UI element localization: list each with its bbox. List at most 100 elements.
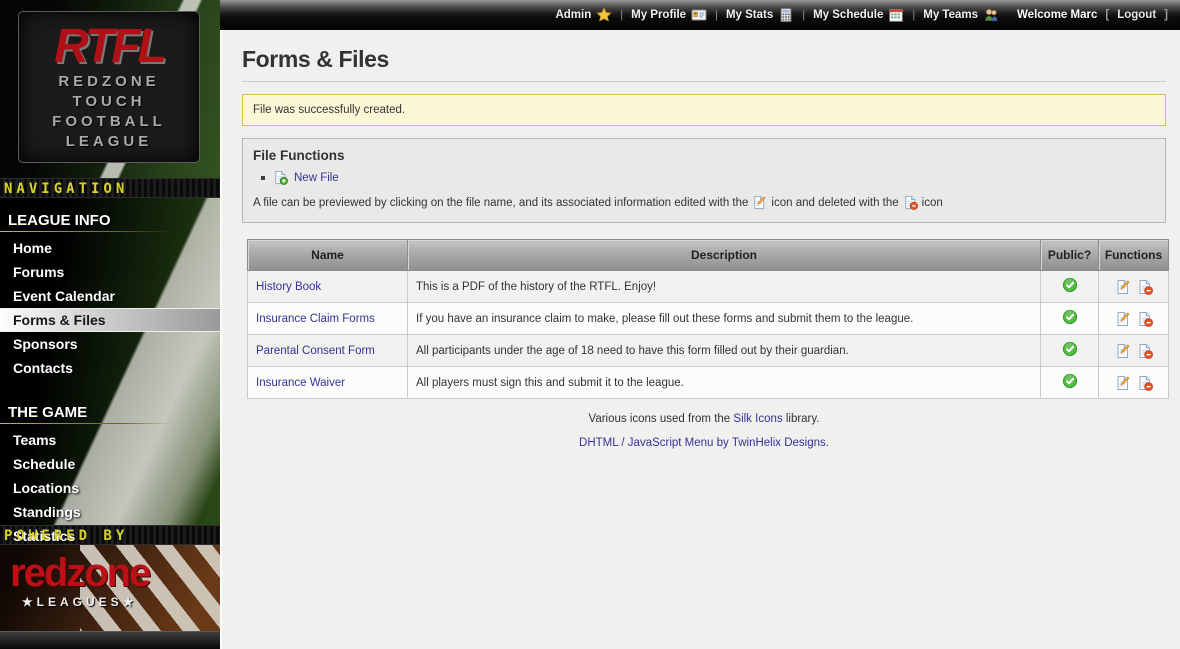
redzone-logo-sub: ★LEAGUES★ <box>10 595 149 609</box>
sidebar-item-teams[interactable]: Teams <box>0 428 220 452</box>
public-check-icon <box>1062 373 1078 389</box>
topbar-item-my-schedule[interactable]: My Schedule <box>813 7 904 23</box>
sidebar-item-locations[interactable]: Locations <box>0 476 220 500</box>
sidebar-item-standings[interactable]: Standings <box>0 500 220 524</box>
file-functions-help: A file can be previewed by clicking on t… <box>253 195 1155 210</box>
table-row: Insurance Claim Forms If you have an ins… <box>248 303 1169 335</box>
file-description-cell: All players must sign this and submit it… <box>408 367 1041 399</box>
edit-file-icon[interactable] <box>1115 375 1131 391</box>
help-text: icon <box>922 197 943 209</box>
file-public-cell <box>1041 335 1099 367</box>
redzone-leagues-logo[interactable]: redzone ★LEAGUES★ <box>10 553 149 609</box>
file-name-link[interactable]: Insurance Waiver <box>256 377 345 389</box>
sidebar-item-contacts[interactable]: Contacts <box>0 356 220 380</box>
navigation-banner: NAVIGATION <box>0 178 220 198</box>
table-row: Parental Consent Form All participants u… <box>248 335 1169 367</box>
logout-bracket: [ <box>1105 9 1109 21</box>
dhtml-menu-link[interactable]: DHTML / JavaScript Menu <box>579 437 713 449</box>
sidebar-item-home[interactable]: Home <box>0 236 220 260</box>
topbar-separator: | <box>715 9 718 21</box>
help-text: icon and deleted with the <box>771 197 898 209</box>
public-check-icon <box>1062 277 1078 293</box>
sidebar: RTFL REDZONE TOUCH FOOTBALL LEAGUE NAVIG… <box>0 0 220 649</box>
edit-file-icon[interactable] <box>1115 311 1131 327</box>
group-icon <box>983 7 999 23</box>
topbar-separator: | <box>912 9 915 21</box>
column-header-functions: Functions <box>1099 240 1169 271</box>
file-name-link[interactable]: Parental Consent Form <box>256 345 375 357</box>
topbar-item-admin[interactable]: Admin <box>555 7 612 23</box>
file-functions-title: File Functions <box>253 148 1155 163</box>
file-name-cell: Parental Consent Form <box>248 335 408 367</box>
page-edit-icon <box>752 195 767 210</box>
sidebar-item-schedule[interactable]: Schedule <box>0 452 220 476</box>
calendar-icon <box>888 7 904 23</box>
delete-file-icon[interactable] <box>1137 311 1153 327</box>
topbar-item-my-teams[interactable]: My Teams <box>923 7 999 23</box>
league-logo-line: LEAGUE <box>19 132 199 152</box>
topbar: Admin | My Profile | My Stats | My Sched… <box>220 0 1180 30</box>
topbar-item-my-profile[interactable]: My Profile <box>631 7 707 23</box>
edit-file-icon[interactable] <box>1115 279 1131 295</box>
file-description-cell: All participants under the age of 18 nee… <box>408 335 1041 367</box>
table-row: History Book This is a PDF of the histor… <box>248 271 1169 303</box>
delete-file-icon[interactable] <box>1137 343 1153 359</box>
file-functions-cell <box>1099 367 1169 399</box>
calculator-icon <box>778 7 794 23</box>
sidebar-nav: LEAGUE INFO Home Forums Event Calendar F… <box>0 198 220 525</box>
nav-section-league-info: LEAGUE INFO <box>0 204 220 232</box>
file-functions-cell <box>1099 335 1169 367</box>
delete-file-icon[interactable] <box>1137 279 1153 295</box>
topbar-item-my-stats[interactable]: My Stats <box>726 7 794 23</box>
sidebar-item-forums[interactable]: Forums <box>0 260 220 284</box>
column-header-public: Public? <box>1041 240 1099 271</box>
league-logo-line: TOUCH <box>19 92 199 112</box>
sidebar-header: RTFL REDZONE TOUCH FOOTBALL LEAGUE <box>0 0 220 178</box>
league-logo[interactable]: RTFL REDZONE TOUCH FOOTBALL LEAGUE <box>18 11 200 163</box>
files-table: Name Description Public? Functions Histo… <box>247 239 1169 399</box>
page-add-icon[interactable] <box>273 170 288 185</box>
file-name-link[interactable]: Insurance Claim Forms <box>256 313 375 325</box>
league-logo-acronym: RTFL <box>19 22 199 72</box>
file-name-cell: History Book <box>248 271 408 303</box>
vcard-icon <box>691 7 707 23</box>
file-name-cell: Insurance Waiver <box>248 367 408 399</box>
menu-credit-line: DHTML / JavaScript Menu by TwinHelix Des… <box>242 437 1166 449</box>
main-area: Admin | My Profile | My Stats | My Sched… <box>220 0 1180 649</box>
column-header-description: Description <box>408 240 1041 271</box>
flash-message: File was successfully created. <box>242 94 1166 126</box>
file-functions-cell <box>1099 303 1169 335</box>
file-functions-panel: File Functions New File A file can be pr… <box>242 138 1166 223</box>
new-file-row: New File <box>261 170 1155 185</box>
delete-file-icon[interactable] <box>1137 375 1153 391</box>
sidebar-item-sponsors[interactable]: Sponsors <box>0 332 220 356</box>
list-bullet <box>261 176 265 180</box>
powered-by-label: POWERED BY <box>4 528 128 544</box>
edit-file-icon[interactable] <box>1115 343 1131 359</box>
page-footer: Various icons used from the Silk Icons l… <box>242 413 1166 449</box>
title-divider <box>242 81 1166 82</box>
table-header-row: Name Description Public? Functions <box>248 240 1169 271</box>
file-name-link[interactable]: History Book <box>256 281 321 293</box>
redzone-logo-word: redzone <box>10 553 149 593</box>
icons-credit-line: Various icons used from the Silk Icons l… <box>242 413 1166 425</box>
logout-link[interactable]: Logout <box>1117 9 1156 21</box>
file-public-cell <box>1041 367 1099 399</box>
powered-by-area: redzone ★LEAGUES★ <box>0 545 220 631</box>
welcome-text: Welcome Marc <box>1017 9 1097 21</box>
silk-icons-link[interactable]: Silk Icons <box>733 413 782 425</box>
new-file-link[interactable]: New File <box>294 172 339 184</box>
topbar-separator: | <box>620 9 623 21</box>
topbar-separator: | <box>802 9 805 21</box>
public-check-icon <box>1062 341 1078 357</box>
sidebar-item-forms-files[interactable]: Forms & Files <box>0 308 220 332</box>
league-logo-line: FOOTBALL <box>19 112 199 132</box>
navigation-banner-label: NAVIGATION <box>4 181 128 197</box>
file-description-cell: This is a PDF of the history of the RTFL… <box>408 271 1041 303</box>
league-logo-line: REDZONE <box>19 72 199 92</box>
sidebar-item-event-calendar[interactable]: Event Calendar <box>0 284 220 308</box>
twinhelix-link[interactable]: TwinHelix Designs <box>732 437 826 449</box>
public-check-icon <box>1062 309 1078 325</box>
nav-section-the-game: THE GAME <box>0 396 220 424</box>
file-public-cell <box>1041 271 1099 303</box>
